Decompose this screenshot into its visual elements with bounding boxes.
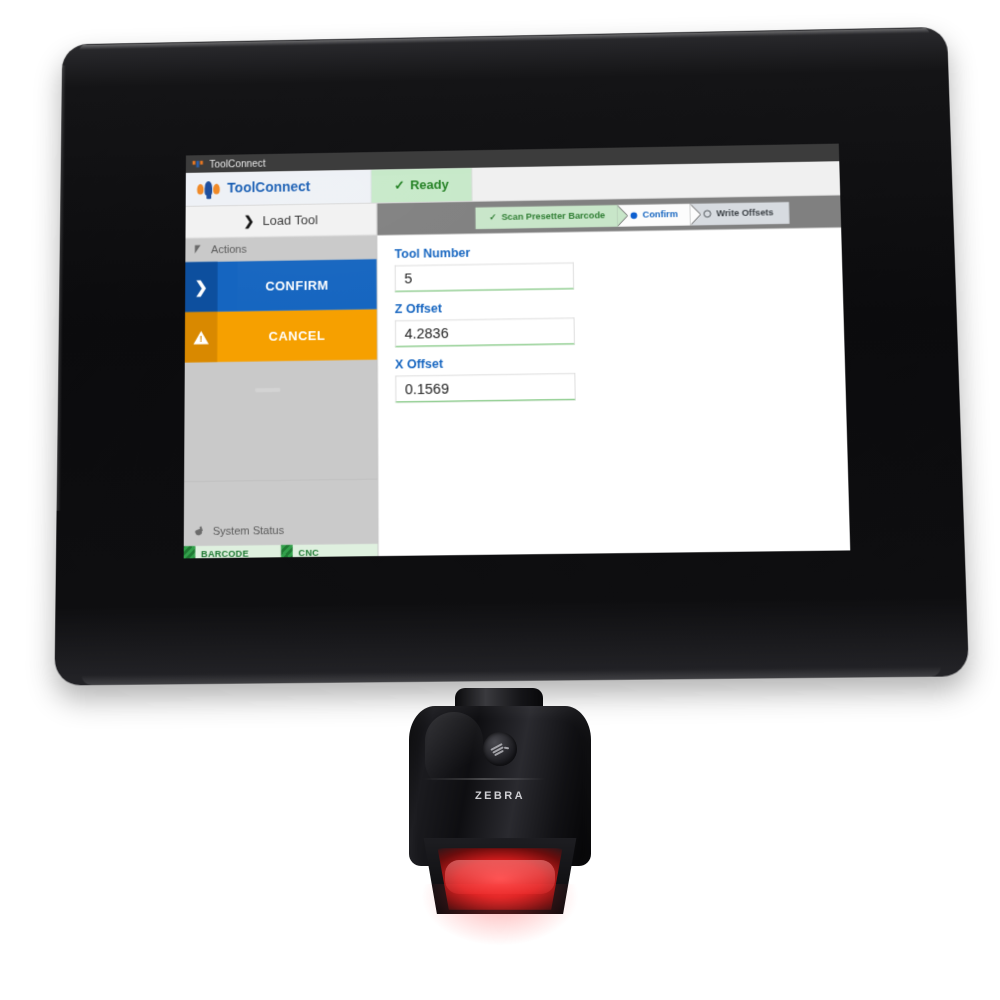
- zebra-head-icon: [483, 732, 517, 766]
- step-arrow-icon: [690, 203, 702, 225]
- tablet-device: ToolConnect ToolConnect ✓ Ready ❯ Load T…: [0, 18, 1000, 688]
- stepper: ✓ Scan Presetter Barcode Confirm Write O…: [475, 201, 790, 229]
- sidebar-status-section: System Status: [183, 479, 378, 547]
- bezel-highlight-top: [79, 28, 930, 50]
- sidebar-empty-area: [184, 359, 378, 482]
- app-body: Actions ❯ CONFIRM CANCEL: [183, 226, 851, 559]
- status-card-title: CNC: [298, 548, 319, 559]
- sidebar-system-status-title: System Status: [212, 525, 285, 539]
- z-offset-input[interactable]: 4.2836: [394, 317, 575, 348]
- check-icon: ✓: [488, 212, 497, 223]
- check-icon: ✓: [394, 178, 405, 193]
- plug-icon: [193, 526, 205, 538]
- page-title-label: Load Tool: [262, 212, 318, 229]
- tablet-bezel: ToolConnect ToolConnect ✓ Ready ❯ Load T…: [54, 26, 970, 686]
- status-card-barcode[interactable]: BARCODE Connection: [183, 544, 281, 559]
- sidebar: Actions ❯ CONFIRM CANCEL: [183, 235, 379, 559]
- tablet-screen: ToolConnect ToolConnect ✓ Ready ❯ Load T…: [183, 143, 851, 559]
- cancel-button[interactable]: CANCEL: [184, 309, 377, 363]
- tool-number-input[interactable]: 5: [394, 262, 575, 292]
- confirm-button-label: CONFIRM: [265, 277, 329, 294]
- form-pane: Tool Number 5 Z Offset 4.2836 X Offset 0…: [377, 226, 851, 559]
- status-stripe-icon: [183, 545, 196, 559]
- brand-name: ToolConnect: [227, 179, 311, 197]
- status-card-title: BARCODE: [201, 549, 249, 559]
- zebra-barcode-scanner: ZEBRA: [393, 688, 607, 946]
- tool-number-label: Tool Number: [394, 245, 471, 261]
- hollow-circle-icon: [703, 209, 712, 218]
- status-badge-ready: ✓ Ready: [371, 168, 473, 203]
- status-badge-label: Ready: [410, 177, 449, 193]
- bezel-highlight-left: [56, 65, 66, 511]
- status-stripe-icon: [281, 544, 293, 559]
- rocket-icon: [197, 180, 220, 199]
- scanner-groove: [423, 778, 545, 780]
- scene: ToolConnect ToolConnect ✓ Ready ❯ Load T…: [0, 0, 1000, 1000]
- x-offset-value: 0.1569: [404, 380, 450, 398]
- step-write-offsets[interactable]: Write Offsets: [690, 201, 790, 225]
- disabled-placeholder: [255, 387, 281, 393]
- step-label: Confirm: [642, 209, 678, 221]
- status-card-cnc[interactable]: CNC Connection: [280, 543, 378, 559]
- scanner-led-bloom: [421, 884, 579, 946]
- z-offset-label: Z Offset: [394, 300, 442, 316]
- sidebar-actions-title: Actions: [210, 244, 247, 257]
- app-icon: [192, 159, 203, 169]
- z-offset-value: 4.2836: [404, 324, 449, 342]
- sidebar-system-status-header: System Status: [184, 519, 284, 544]
- scanner-brand-label: ZEBRA: [475, 790, 525, 802]
- sidebar-actions-header: Actions: [185, 236, 376, 263]
- filled-dot-icon: [630, 211, 638, 219]
- x-offset-input[interactable]: 0.1569: [395, 373, 576, 403]
- step-confirm[interactable]: Confirm: [617, 203, 702, 227]
- warning-triangle-icon: [184, 311, 218, 363]
- sidebar-divider: [184, 478, 378, 483]
- window-title: ToolConnect: [209, 157, 266, 170]
- header-spacer: [472, 160, 851, 201]
- step-scan-presetter-barcode[interactable]: ✓ Scan Presetter Barcode: [475, 204, 629, 229]
- brand-block[interactable]: ToolConnect: [185, 169, 372, 206]
- bezel-highlight-bottom: [81, 666, 942, 686]
- toolconnect-application: ToolConnect ToolConnect ✓ Ready ❯ Load T…: [183, 143, 851, 559]
- status-cards: BARCODE Connection CNC Connection: [183, 543, 378, 559]
- tool-number-value: 5: [404, 270, 413, 287]
- chevron-right-icon: ❯: [185, 261, 218, 313]
- x-offset-label: X Offset: [395, 355, 444, 371]
- chevron-right-icon: ❯: [243, 213, 255, 228]
- step-label: Write Offsets: [716, 207, 774, 219]
- step-arrow-icon: [617, 204, 629, 227]
- step-label: Scan Presetter Barcode: [501, 210, 606, 223]
- cancel-button-label: CANCEL: [268, 328, 326, 344]
- confirm-button[interactable]: ❯ CONFIRM: [185, 259, 377, 313]
- cursor-icon: [195, 245, 204, 256]
- page-title-load-tool[interactable]: ❯ Load Tool: [185, 203, 378, 239]
